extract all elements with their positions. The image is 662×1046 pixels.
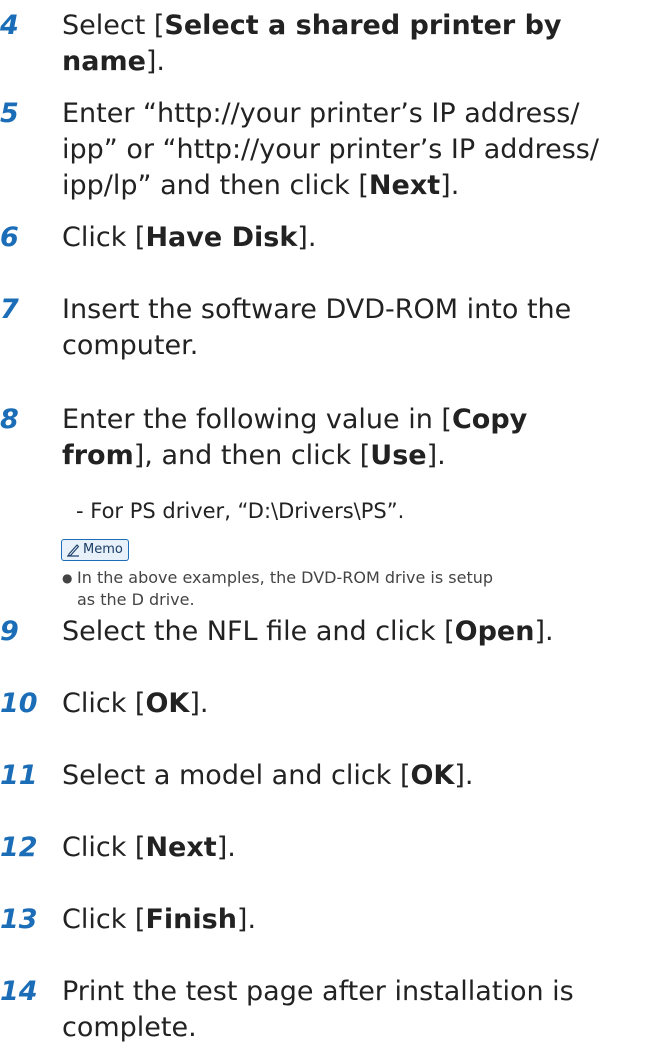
step-number: 13 [0,904,38,935]
step-number: 5 [0,98,19,129]
step-text-line: Select [Select a shared printer by [62,8,662,44]
step-text: Click [Next]. [62,830,662,866]
memo-note-text-1: In the above examples, the DVD-ROM drive… [77,568,494,587]
step-text: Enter “http://your printer’s IP address/… [62,96,662,204]
memo-label: Memo [83,542,123,557]
ui-label: Next [368,170,441,201]
text-run: ]. [534,616,554,647]
step-number: 14 [0,976,38,1007]
memo-note-line-2: as the D drive. [77,590,195,609]
step-text-line: Click [Have Disk]. [62,220,662,256]
text-run: computer. [62,330,199,361]
step-text-line: name]. [62,44,662,80]
text-run: ]. [189,688,209,719]
step-text: Click [OK]. [62,686,662,722]
text-run: ]. [236,904,257,935]
text-run: ipp” or “http://your printer’s IP addres… [62,134,599,165]
text-run: ]. [297,222,317,253]
step-text: Select the NFL file and click [Open]. [62,614,662,650]
memo-note-line-1: ● In the above examples, the DVD-ROM driv… [62,567,493,589]
step-text: Print the test page after installation i… [62,974,662,1046]
step-number: 8 [0,404,19,435]
step-number: 11 [0,760,38,791]
step-text-line: Click [Finish]. [62,902,662,938]
text-run: Select [ [62,10,165,41]
step-text: Click [Have Disk]. [62,220,662,256]
step-8-sub-item: - For PS driver, “D:\Drivers\PS”. [76,499,405,523]
step-text-line: Enter “http://your printer’s IP address/ [62,96,662,132]
ui-label: Next [145,832,217,863]
ui-label: OK [410,760,455,791]
ui-label: Finish [145,904,237,935]
step-number: 12 [0,832,38,863]
text-run: Insert the software DVD-ROM into the [62,294,572,325]
text-run: Click [ [62,688,146,719]
text-run: ]. [440,170,460,201]
step-text-line: Insert the software DVD-ROM into the [62,292,662,328]
ui-label: Select a shared printer by [164,10,562,41]
step-text-line: Select a model and click [OK]. [62,758,662,794]
ui-label: Copy [451,404,528,435]
ui-label: from [62,440,134,471]
ui-label: OK [145,688,190,719]
step-number: 4 [0,10,19,41]
step-text-line: ipp/lp” and then click [Next]. [62,168,662,204]
step-number: 7 [0,294,19,325]
text-run: Select a model and click [ [62,760,411,791]
step-text-line: ipp” or “http://your printer’s IP addres… [62,132,662,168]
step-text-line: computer. [62,328,662,364]
text-run: Enter the following value in [ [62,404,452,435]
text-run: ]. [454,760,474,791]
step-text: Enter the following value in [Copy from],… [62,402,662,474]
text-run: ipp/lp” and then click [ [62,170,369,201]
step-text-line: Select the NFL file and click [Open]. [62,614,662,650]
step-text-line: Click [OK]. [62,686,662,722]
step-text-line: Print the test page after installation i… [62,974,662,1010]
ui-label: Have Disk [145,222,298,253]
text-run: ]. [145,46,166,77]
ui-label: Open [454,616,535,647]
text-run: ], and then click [ [133,440,371,471]
step-text: Select [Select a shared printer by name]. [62,8,662,80]
step-number: 10 [0,688,38,719]
text-run: ]. [426,440,446,471]
bullet-icon: ● [62,571,73,585]
step-text: Insert the software DVD-ROM into the comp… [62,292,662,364]
text-run: Select the NFL file and click [ [62,616,455,647]
ui-label: name [62,46,146,77]
text-run: Print the test page after installation i… [62,976,574,1007]
step-number: 9 [0,616,19,647]
memo-pencil-icon [65,542,81,558]
step-text-line: from], and then click [Use]. [62,438,662,474]
memo-badge: Memo [61,539,129,561]
text-run: Click [ [62,222,146,253]
ui-label: Use [370,440,427,471]
text-run: Enter “http://your printer’s IP address/ [62,98,580,129]
step-text-line: Click [Next]. [62,830,662,866]
text-run: ]. [216,832,236,863]
step-text-line: complete. [62,1010,662,1046]
step-text-line: Enter the following value in [Copy [62,402,662,438]
step-text: Select a model and click [OK]. [62,758,662,794]
memo-note: ● In the above examples, the DVD-ROM driv… [62,567,493,611]
step-text: Click [Finish]. [62,902,662,938]
text-run: Click [ [62,832,146,863]
step-number: 6 [0,222,19,253]
text-run: complete. [62,1012,197,1043]
text-run: Click [ [62,904,146,935]
